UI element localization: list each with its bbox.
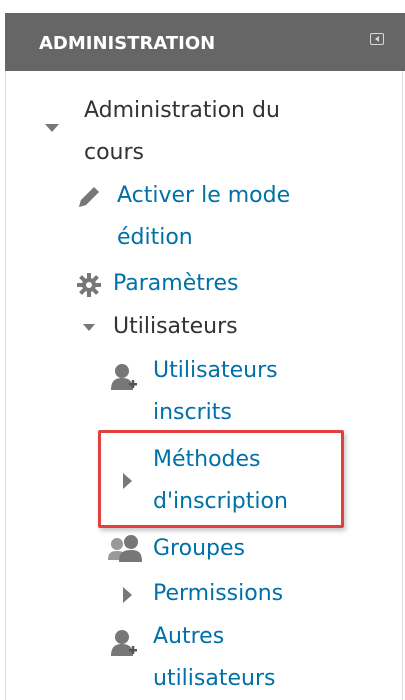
caret-right-icon[interactable] — [123, 587, 132, 603]
gear-icon — [77, 273, 101, 297]
user-add-icon — [111, 630, 137, 656]
caret-down-icon[interactable] — [45, 124, 59, 132]
highlight-box — [98, 430, 344, 528]
block-title: ADMINISTRATION — [39, 33, 216, 54]
block-header: ADMINISTRATION — [5, 13, 405, 71]
tree-item-course-admin-line1[interactable]: Administration du — [84, 90, 280, 132]
tree-item-settings[interactable]: Paramètres — [113, 263, 238, 305]
tree-item-other-users-line2[interactable]: utilisateurs — [153, 658, 275, 700]
pencil-icon — [79, 187, 99, 207]
tree-item-groups[interactable]: Groupes — [153, 528, 245, 570]
caret-down-icon[interactable] — [83, 324, 95, 331]
tree-item-other-users-line1[interactable]: Autres — [153, 616, 224, 658]
tree-item-edit-mode-line2[interactable]: édition — [117, 217, 193, 259]
tree-item-edit-mode-line1[interactable]: Activer le mode — [117, 175, 290, 217]
tree-item-enrolled-users-line2[interactable]: inscrits — [153, 392, 232, 434]
group-icon — [108, 535, 142, 562]
tree-item-enrolled-users-line1[interactable]: Utilisateurs — [153, 350, 278, 392]
administration-block: ADMINISTRATION Administration du cours A… — [1, 0, 405, 700]
tree-item-course-admin-line2[interactable]: cours — [84, 132, 144, 174]
tree-item-users[interactable]: Utilisateurs — [113, 306, 238, 348]
tree-item-permissions[interactable]: Permissions — [153, 573, 283, 615]
collapse-left-icon[interactable] — [370, 33, 384, 45]
user-add-icon — [111, 364, 137, 390]
